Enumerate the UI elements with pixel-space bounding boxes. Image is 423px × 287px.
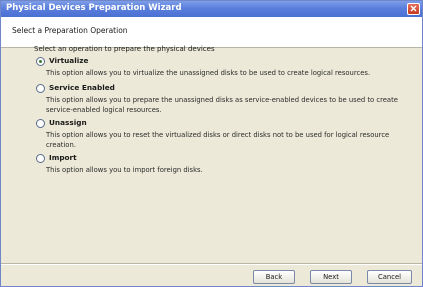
window-title: Physical Devices Preparation Wizard xyxy=(6,3,182,13)
cancel-button[interactable]: Cancel xyxy=(367,270,412,284)
option-label-import: Import xyxy=(49,153,77,162)
operation-prompt: Select an operation to prepare the physi… xyxy=(34,45,215,53)
option-description-unassign: This option allows you to reset the virt… xyxy=(46,131,390,149)
radio-button-import[interactable] xyxy=(36,154,45,163)
option-description-service-enabled: This option allows you to prepare the un… xyxy=(46,96,398,114)
back-button[interactable]: Back xyxy=(253,270,295,284)
radio-button-virtualize[interactable] xyxy=(36,57,45,66)
option-description-virtualize: This option allows you to virtualize the… xyxy=(46,69,371,77)
footer-divider xyxy=(1,263,422,265)
title-bar[interactable]: Physical Devices Preparation Wizard xyxy=(1,1,422,17)
option-description-import: This option allows you to import foreign… xyxy=(46,166,203,174)
option-label-virtualize: Virtualize xyxy=(49,56,89,65)
option-label-service-enabled: Service Enabled xyxy=(49,83,115,92)
close-icon xyxy=(410,5,417,12)
radio-button-unassign[interactable] xyxy=(36,119,45,128)
radio-button-service-enabled[interactable] xyxy=(36,84,45,93)
selected-dot xyxy=(39,60,42,63)
option-label-unassign: Unassign xyxy=(49,118,87,127)
wizard-window: Physical Devices Preparation Wizard Sele… xyxy=(0,0,423,287)
step-title: Select a Preparation Operation xyxy=(12,26,128,35)
next-button[interactable]: Next xyxy=(310,270,352,284)
close-button[interactable] xyxy=(407,3,420,15)
step-header: Select a Preparation Operation xyxy=(1,17,422,48)
